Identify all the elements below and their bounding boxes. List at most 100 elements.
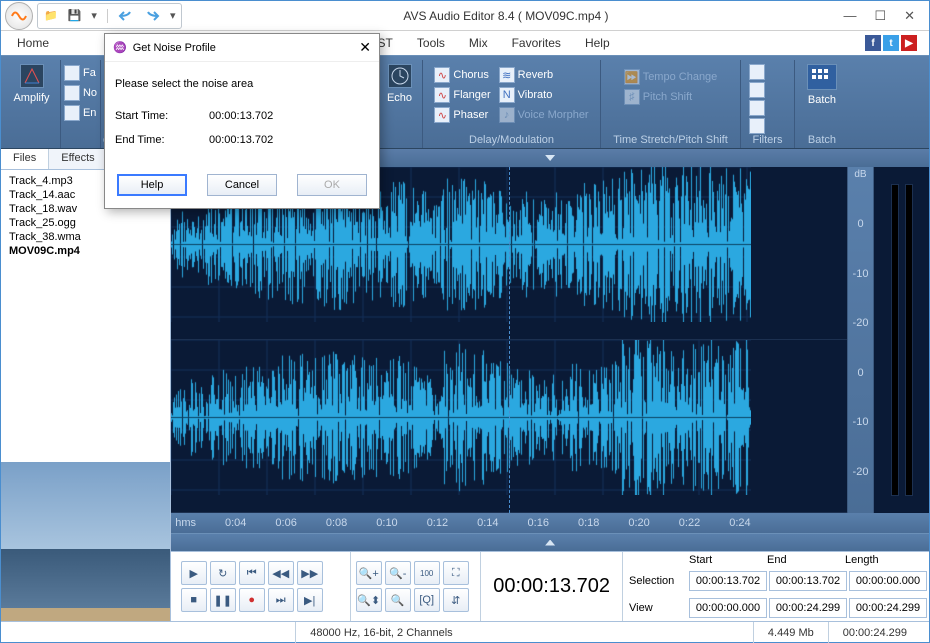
- record-button[interactable]: ●: [239, 588, 265, 612]
- envelope-button[interactable]: En: [64, 104, 97, 122]
- status-size: 4.449 Mb: [753, 622, 828, 643]
- workspace: Files Effects Mo Track_4.mp3 Track_14.aa…: [1, 149, 929, 621]
- twitter-icon[interactable]: t: [883, 35, 899, 51]
- ok-button[interactable]: OK: [297, 174, 367, 196]
- selection-grid: Start End Length Selection 00:00:13.702 …: [622, 552, 929, 621]
- pitch-icon: ♯: [624, 89, 640, 105]
- view-len[interactable]: 00:00:24.299: [849, 598, 927, 618]
- zoom-fit-button[interactable]: ⛶: [443, 561, 469, 585]
- dialog-prompt: Please select the noise area: [115, 78, 253, 90]
- playhead-bottom-icon[interactable]: [545, 540, 555, 546]
- zoom-all-button[interactable]: ⇵: [443, 588, 469, 612]
- batch-button[interactable]: Batch: [797, 62, 847, 106]
- dropdown-icon[interactable]: ▾: [170, 9, 176, 22]
- zoom-sel-button[interactable]: [Q]: [414, 588, 440, 612]
- loop-button[interactable]: ↻: [210, 561, 236, 585]
- sel-len[interactable]: 00:00:00.000: [849, 571, 927, 591]
- list-item[interactable]: Track_25.ogg: [9, 216, 162, 230]
- amplify-icon: [20, 64, 44, 88]
- view-start[interactable]: 00:00:00.000: [689, 598, 767, 618]
- echo-button[interactable]: Echo: [375, 62, 425, 104]
- stop-button[interactable]: ■: [181, 588, 207, 612]
- tab-files[interactable]: Files: [1, 149, 49, 169]
- status-duration: 00:00:24.299: [828, 622, 921, 643]
- youtube-icon[interactable]: ▶: [901, 35, 917, 51]
- dialog-close-button[interactable]: ✕: [359, 39, 371, 56]
- echo-icon: [388, 64, 412, 88]
- chorus-button[interactable]: ∿Chorus: [434, 66, 490, 84]
- chorus-icon: ∿: [434, 67, 450, 83]
- reverb-icon: ≋: [499, 67, 515, 83]
- help-button[interactable]: Help: [117, 174, 187, 196]
- waveform-area[interactable]: [171, 167, 847, 513]
- file-list[interactable]: Track_4.mp3 Track_14.aac Track_18.wav Tr…: [1, 170, 170, 462]
- time-ruler[interactable]: hms 0:04 0:06 0:08 0:10 0:12 0:14 0:16 0…: [171, 513, 929, 533]
- tempo-icon: ⏩: [624, 69, 640, 85]
- tempo-change-button[interactable]: ⏩Tempo Change: [624, 68, 718, 86]
- left-panel: Files Effects Mo Track_4.mp3 Track_14.aa…: [1, 149, 171, 621]
- play-button[interactable]: ▶: [181, 561, 207, 585]
- forward-button[interactable]: ▶▶: [297, 561, 323, 585]
- end-button[interactable]: ▶|: [297, 588, 323, 612]
- facebook-icon[interactable]: f: [865, 35, 881, 51]
- dialog-start-value: 00:00:13.702: [209, 110, 273, 122]
- dialog-end-value: 00:00:13.702: [209, 134, 273, 146]
- waveform-panel: dB 0 -10 -20 0 -10 -20 hms 0:04 0:06 0:0…: [171, 149, 929, 621]
- pitch-shift-button[interactable]: ♯Pitch Shift: [624, 88, 718, 106]
- minimize-button[interactable]: —: [843, 8, 856, 24]
- zoom-out-button[interactable]: 🔍-: [385, 561, 411, 585]
- dialog-title: Get Noise Profile: [133, 42, 216, 54]
- view-end[interactable]: 00:00:24.299: [769, 598, 847, 618]
- menu-favorites[interactable]: Favorites: [502, 34, 571, 52]
- flanger-button[interactable]: ∿Flanger: [434, 86, 490, 104]
- zoom-100-button[interactable]: 100: [414, 561, 440, 585]
- normalize-button[interactable]: No: [64, 84, 97, 102]
- maximize-button[interactable]: ☐: [874, 8, 886, 24]
- noise-profile-dialog: ♒ Get Noise Profile ✕ Please select the …: [104, 33, 380, 209]
- zoom-v-in-button[interactable]: 🔍⬍: [356, 588, 382, 612]
- undo-icon[interactable]: [118, 10, 134, 22]
- tab-effects[interactable]: Effects: [49, 149, 107, 169]
- vibrato-button[interactable]: NVibrato: [499, 86, 589, 104]
- window-title: AVS Audio Editor 8.4 ( MOV09C.mp4 ): [182, 9, 829, 23]
- vibrato-icon: N: [499, 87, 515, 103]
- voice-morpher-icon: ♪: [499, 107, 515, 123]
- timeline-scrollbar[interactable]: [171, 533, 929, 551]
- list-item-selected[interactable]: MOV09C.mp4: [9, 244, 162, 258]
- sel-end[interactable]: 00:00:13.702: [769, 571, 847, 591]
- filters-button[interactable]: [743, 62, 793, 134]
- pause-button[interactable]: ❚❚: [210, 588, 236, 612]
- open-icon[interactable]: 📁: [44, 9, 58, 22]
- zoom-v-out-button[interactable]: 🔍: [385, 588, 411, 612]
- menu-mix[interactable]: Mix: [459, 34, 498, 52]
- quick-access-toolbar: 📁 💾 ▾ ▾: [37, 3, 182, 29]
- prev-button[interactable]: ⏮: [239, 561, 265, 585]
- level-meter: [873, 167, 929, 513]
- dropdown-icon[interactable]: ▾: [91, 9, 97, 22]
- cancel-button[interactable]: Cancel: [207, 174, 277, 196]
- playhead-top-icon[interactable]: [545, 155, 555, 161]
- close-button[interactable]: ✕: [904, 8, 915, 24]
- sel-start[interactable]: 00:00:13.702: [689, 571, 767, 591]
- menu-tools[interactable]: Tools: [407, 34, 455, 52]
- title-bar: 📁 💾 ▾ ▾ AVS Audio Editor 8.4 ( MOV09C.mp…: [1, 1, 929, 31]
- fade-button[interactable]: Fa: [64, 64, 97, 82]
- phaser-button[interactable]: ∿Phaser: [434, 106, 490, 124]
- app-icon[interactable]: [5, 2, 33, 30]
- save-icon[interactable]: 💾: [68, 9, 82, 22]
- redo-icon[interactable]: [144, 10, 160, 22]
- zoom-in-button[interactable]: 🔍+: [356, 561, 382, 585]
- video-preview: [1, 462, 170, 621]
- menu-home[interactable]: Home: [7, 34, 59, 52]
- next-button[interactable]: ⏭: [268, 588, 294, 612]
- voice-morpher-button[interactable]: ♪Voice Morpher: [499, 106, 589, 124]
- reverb-button[interactable]: ≋Reverb: [499, 66, 589, 84]
- timecode-display: 00:00:13.702: [481, 552, 622, 621]
- list-item[interactable]: Track_38.wma: [9, 230, 162, 244]
- menu-help[interactable]: Help: [575, 34, 620, 52]
- transport-bar: ▶ ↻ ⏮ ◀◀ ▶▶ ■ ❚❚ ● ⏭ ▶| 🔍+ 🔍- 100 ⛶: [171, 551, 929, 621]
- envelope-icon: [64, 105, 80, 121]
- amplify-button[interactable]: Amplify: [7, 62, 57, 104]
- rewind-button[interactable]: ◀◀: [268, 561, 294, 585]
- filter-icon: [749, 64, 765, 80]
